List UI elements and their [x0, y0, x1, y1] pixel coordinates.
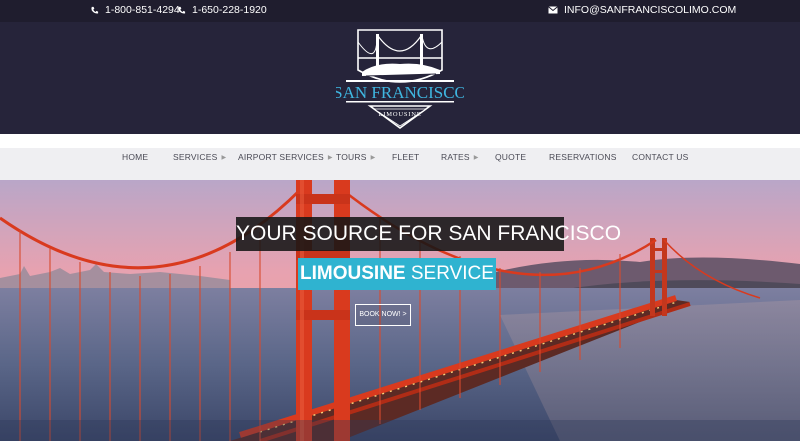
nav-item-quote[interactable]: QUOTE — [495, 152, 526, 162]
logo-title: SAN FRANCISCO — [336, 83, 464, 102]
hero-headline: YOUR SOURCE FOR SAN FRANCISCO — [236, 217, 621, 251]
hero-subhead-bold: LIMOUSINE — [300, 263, 406, 284]
nav-item-reservations[interactable]: RESERVATIONS — [549, 152, 617, 162]
envelope-icon — [548, 6, 558, 14]
site-logo[interactable]: SAN FRANCISCO LIMOUSINE — [336, 28, 464, 132]
nav-item-home[interactable]: HOME — [122, 152, 148, 162]
email-contact[interactable]: INFO@SANFRANCISCOLIMO.COM — [548, 4, 736, 16]
main-navigation: HOME SERVICES ▶ AIRPORT SERVICES ▶ TOURS ▶ … — [0, 134, 800, 180]
chevron-right-icon: ▶ — [221, 154, 227, 161]
phone-contact-1[interactable]: 1-800-851-4294 — [90, 4, 180, 16]
email-address[interactable]: INFO@SANFRANCISCOLIMO.COM — [564, 4, 736, 16]
nav-item-airport-services[interactable]: AIRPORT SERVICES ▶ — [238, 152, 333, 162]
phone-icon — [178, 6, 186, 13]
nav-item-services[interactable]: SERVICES ▶ — [173, 152, 226, 162]
nav-item-fleet[interactable]: FLEET — [392, 152, 419, 162]
logo-subtitle: LIMOUSINE — [379, 111, 422, 118]
phone-contact-2[interactable]: 1-650-228-1920 — [177, 4, 267, 16]
phone-number-2[interactable]: 1-650-228-1920 — [192, 4, 267, 16]
top-contact-bar: 1-800-851-4294 1-650-228-1920 INFO@SANFR… — [0, 0, 800, 22]
chevron-right-icon: ▶ — [370, 154, 376, 161]
nav-item-tours[interactable]: TOURS ▶ — [336, 152, 375, 162]
phone-number-1[interactable]: 1-800-851-4294 — [105, 4, 180, 16]
book-now-button[interactable]: BOOK NOW! > — [355, 304, 411, 326]
hero-subhead: LIMOUSINE SERVICE — [298, 258, 496, 290]
chevron-right-icon: ▶ — [327, 154, 333, 161]
site-header: SAN FRANCISCO LIMOUSINE — [0, 22, 800, 134]
nav-item-contact-us[interactable]: CONTACT US — [632, 152, 688, 162]
phone-icon — [91, 6, 99, 13]
nav-item-rates[interactable]: RATES ▶ — [441, 152, 479, 162]
chevron-right-icon: ▶ — [473, 154, 479, 161]
hero-subhead-rest: SERVICE — [405, 263, 494, 284]
